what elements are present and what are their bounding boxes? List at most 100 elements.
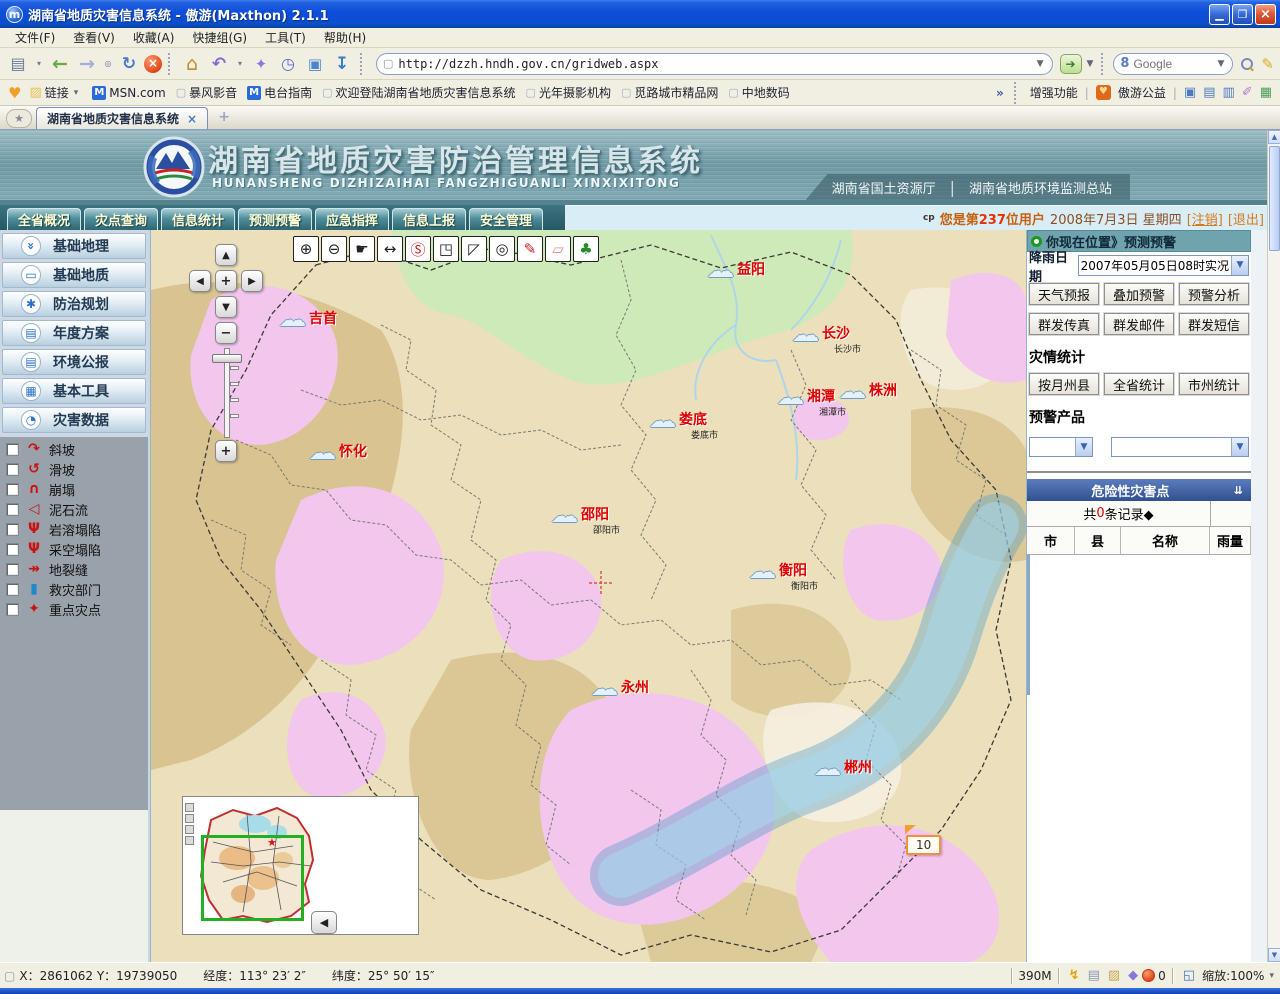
- history-dropdown-icon[interactable]: ◎: [102, 52, 114, 76]
- sidebar-section-基本工具[interactable]: ▦基本工具: [2, 378, 146, 404]
- select-rectangle-icon[interactable]: ◳: [433, 236, 459, 262]
- forward-icon[interactable]: →: [75, 52, 99, 76]
- sidebar-section-环境公报[interactable]: ▤环境公报: [2, 349, 146, 375]
- sidebar-section-灾害数据[interactable]: ◔灾害数据: [2, 407, 146, 433]
- layer-checkbox[interactable]: [6, 463, 19, 476]
- resize-icon[interactable]: ◱: [1183, 968, 1195, 983]
- menu-item[interactable]: 查看(V): [64, 27, 124, 48]
- menu-item[interactable]: 收藏(A): [124, 27, 184, 48]
- nav-tab-灾点查询[interactable]: 灾点查询: [84, 208, 158, 230]
- magic-fill-icon[interactable]: ✦: [249, 52, 273, 76]
- zoom-slider-handle[interactable]: [212, 354, 242, 363]
- layer-checkbox[interactable]: [6, 543, 19, 556]
- chevron-down-icon[interactable]: ▼: [1231, 256, 1248, 275]
- scroll-down-icon[interactable]: ▼: [1268, 948, 1280, 962]
- go-dropdown-icon[interactable]: ▼: [1085, 59, 1096, 69]
- window-mode-icon[interactable]: ▣: [303, 52, 327, 76]
- history-clock-icon[interactable]: ◷: [276, 52, 300, 76]
- quick-link[interactable]: ▢中地数码: [724, 84, 793, 101]
- plus-features-link[interactable]: 增强功能: [1030, 84, 1078, 101]
- exit-link[interactable]: [退出]: [1228, 209, 1264, 228]
- zoom-dropdown-icon[interactable]: ▾: [1267, 971, 1276, 981]
- search-input[interactable]: [1133, 57, 1215, 71]
- pan-icon[interactable]: ☛: [349, 236, 375, 262]
- gem-icon[interactable]: ◆: [1128, 968, 1138, 983]
- city-marker-永州[interactable]: ☁☁永州: [591, 677, 649, 700]
- layer-checkbox[interactable]: [6, 583, 19, 596]
- city-marker-娄底[interactable]: ☁☁娄底娄底市: [649, 409, 718, 441]
- map-viewport[interactable]: ⊕⊖☛↔Ⓢ◳◸◎✎▱♣ ▲ ◀ + ▶ ▼ − + ☁☁吉首☁☁益阳☁☁长沙长沙…: [151, 230, 1026, 962]
- quick-link[interactable]: ▢欢迎登陆湖南省地质灾害信息系统: [318, 84, 519, 101]
- pan-center-button[interactable]: +: [215, 270, 237, 292]
- quick-link[interactable]: ▢觅路城市精品网: [617, 84, 722, 101]
- maxthon-charity-icon[interactable]: ♥: [1096, 85, 1111, 100]
- folder-icon[interactable]: ▨: [1108, 968, 1120, 983]
- links-overflow-icon[interactable]: »: [996, 86, 1004, 100]
- notes-icon[interactable]: ▥: [1223, 85, 1235, 100]
- city-marker-吉首[interactable]: ☁☁吉首: [279, 308, 337, 331]
- highlighter-icon[interactable]: ✎: [1261, 55, 1274, 73]
- printer-icon[interactable]: ▤: [1088, 968, 1100, 983]
- download-icon[interactable]: ↧: [330, 52, 354, 76]
- layer-checkbox[interactable]: [6, 603, 19, 616]
- new-tab-plus-icon[interactable]: +: [212, 109, 236, 127]
- product-select-large[interactable]: ▼: [1111, 437, 1249, 457]
- pan-up-button[interactable]: ▲: [215, 244, 237, 266]
- building-icon[interactable]: ▦: [1260, 85, 1272, 100]
- boost-icon[interactable]: ↯: [1069, 968, 1080, 983]
- new-tab-icon[interactable]: ▤: [6, 52, 30, 76]
- layer-checkbox[interactable]: [6, 443, 19, 456]
- pan-left-button[interactable]: ◀: [189, 270, 211, 292]
- quick-link[interactable]: ▢暴风影音: [172, 84, 241, 101]
- undo-icon[interactable]: ↶: [207, 52, 231, 76]
- layer-checkbox[interactable]: [6, 503, 19, 516]
- zoom-in-icon[interactable]: ⊕: [293, 236, 319, 262]
- address-bar[interactable]: ▢ ▼: [376, 53, 1053, 75]
- restore-button[interactable]: ❐: [1232, 4, 1253, 25]
- refresh-icon[interactable]: ↻: [117, 52, 141, 76]
- error-indicator-icon[interactable]: [1142, 969, 1155, 982]
- layer-checkbox[interactable]: [6, 563, 19, 576]
- undo-dropdown-icon[interactable]: ▾: [234, 52, 246, 76]
- select-circle-icon[interactable]: ◎: [489, 236, 515, 262]
- nav-tab-预测预警[interactable]: 预测预警: [238, 208, 312, 230]
- close-button[interactable]: ×: [1255, 4, 1276, 25]
- city-marker-株洲[interactable]: ☁☁株洲: [839, 380, 897, 403]
- product-select-small[interactable]: ▼: [1029, 437, 1093, 457]
- links-folder[interactable]: ▨ 链接 ▾: [25, 84, 84, 101]
- nav-tab-安全管理[interactable]: 安全管理: [469, 208, 543, 230]
- tab-star-icon[interactable]: ★: [6, 109, 32, 128]
- 按月州县-button[interactable]: 按月州县: [1029, 373, 1099, 395]
- measure-distance-icon[interactable]: ↔: [377, 236, 403, 262]
- menu-item[interactable]: 工具(T): [256, 27, 315, 48]
- city-marker-长沙[interactable]: ☁☁长沙长沙市: [792, 323, 861, 355]
- pan-right-button[interactable]: ▶: [241, 270, 263, 292]
- city-marker-邵阳[interactable]: ☁☁邵阳邵阳市: [551, 504, 620, 536]
- 群发邮件-button[interactable]: 群发邮件: [1104, 313, 1174, 335]
- address-dropdown-icon[interactable]: ▼: [1035, 59, 1046, 69]
- user-icon[interactable]: ▣: [1184, 85, 1196, 100]
- sidebar-section-基础地质[interactable]: ▭基础地质: [2, 262, 146, 288]
- back-icon[interactable]: ←: [48, 52, 72, 76]
- charity-link[interactable]: 傲游公益: [1118, 84, 1166, 101]
- menu-item[interactable]: 帮助(H): [315, 27, 375, 48]
- quick-link[interactable]: MMSN.com: [88, 84, 169, 101]
- 群发传真-button[interactable]: 群发传真: [1029, 313, 1099, 335]
- favorites-heart-icon[interactable]: ♥: [8, 84, 21, 102]
- chevron-down-icon[interactable]: ▼: [1231, 438, 1248, 456]
- 市州统计-button[interactable]: 市州统计: [1179, 373, 1249, 395]
- city-marker-湘潭[interactable]: ☁☁湘潭湘潭市: [777, 386, 846, 418]
- search-box[interactable]: 8 ▼: [1113, 53, 1233, 75]
- url-input[interactable]: [398, 57, 1034, 71]
- sidebar-section-年度方案[interactable]: ▤年度方案: [2, 320, 146, 346]
- go-button[interactable]: ➔: [1060, 54, 1082, 74]
- 全省统计-button[interactable]: 全省统计: [1104, 373, 1174, 395]
- tab-close-icon[interactable]: ×: [187, 112, 197, 126]
- nav-tab-信息上报[interactable]: 信息上报: [392, 208, 466, 230]
- pan-down-button[interactable]: ▼: [215, 296, 237, 318]
- new-dropdown-icon[interactable]: ▾: [33, 52, 45, 76]
- flag-marker[interactable]: 10: [906, 835, 941, 855]
- zoom-in-step-button[interactable]: +: [215, 440, 237, 462]
- quick-link[interactable]: M电台指南: [243, 84, 316, 101]
- sidebar-section-防治规划[interactable]: ✱防治规划: [2, 291, 146, 317]
